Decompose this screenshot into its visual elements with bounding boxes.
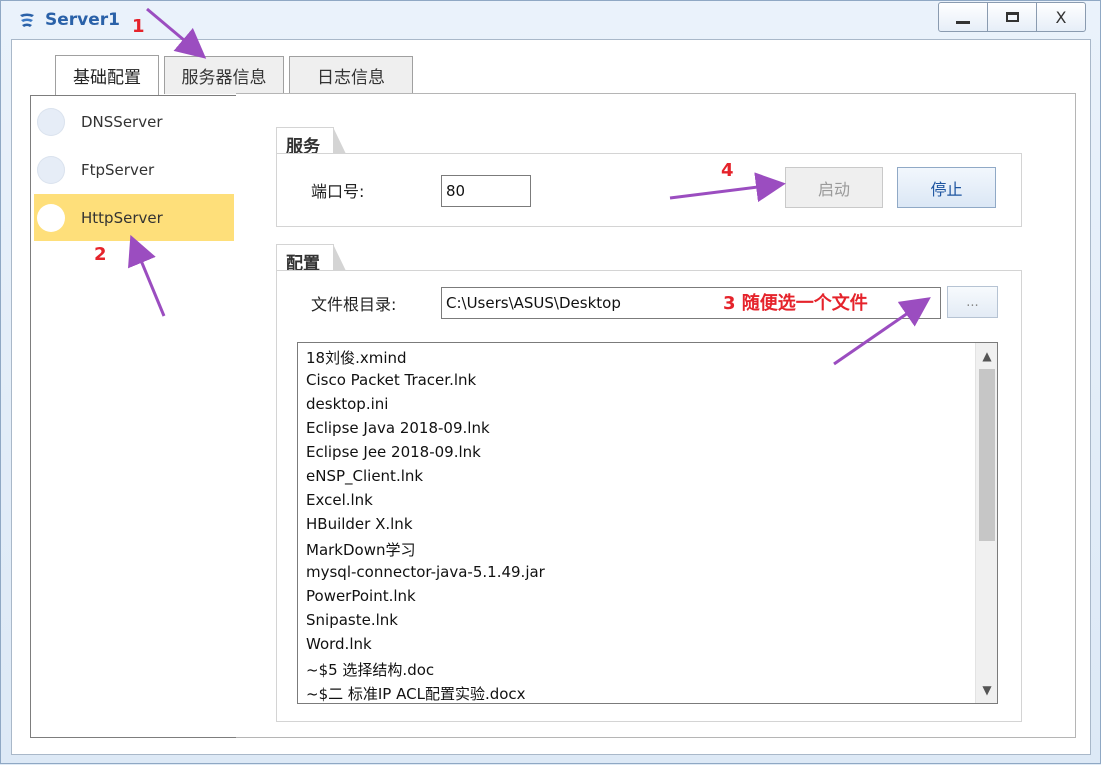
annotation-step-1: 1 <box>132 16 145 37</box>
file-list-item[interactable]: Excel.lnk <box>306 491 373 509</box>
status-dot-icon <box>37 107 65 136</box>
list-item-label: HttpServer <box>81 208 163 227</box>
file-list-item[interactable]: Eclipse Jee 2018-09.lnk <box>306 443 481 461</box>
close-button[interactable]: X <box>1036 2 1086 32</box>
root-dir-label: 文件根目录: <box>311 295 397 314</box>
config-group: 文件根目录: C:\Users\ASUS\Desktop ... 18刘俊.xm… <box>276 270 1022 722</box>
status-dot-icon <box>37 155 65 184</box>
annotation-step-2: 2 <box>94 244 107 265</box>
scroll-thumb[interactable] <box>979 369 995 541</box>
service-group-title: 服务 <box>276 127 346 157</box>
tab-basic-config[interactable]: 基础配置 <box>55 55 159 95</box>
service-group: 端口号: 80 启动 停止 <box>276 153 1022 227</box>
client-area: 基础配置 服务器信息 日志信息 DNSServer FtpServer Http… <box>11 39 1091 755</box>
config-group-title: 配置 <box>276 244 346 274</box>
file-list-item[interactable]: desktop.ini <box>306 395 388 413</box>
file-list-item[interactable]: ~$二 标准IP ACL配置实验.docx <box>306 683 526 703</box>
file-list-item[interactable]: Word.lnk <box>306 635 372 653</box>
browse-button[interactable]: ... <box>947 286 998 318</box>
scroll-down-icon[interactable]: ▼ <box>976 679 997 701</box>
minimize-icon <box>956 20 970 24</box>
file-list[interactable]: 18刘俊.xmind Cisco Packet Tracer.lnk desktop… <box>297 342 998 704</box>
annotation-step-3: 3 随便选一个文件 <box>723 293 868 314</box>
file-list-item[interactable]: mysql-connector-java-5.1.49.jar <box>306 563 545 581</box>
port-input[interactable]: 80 <box>441 175 531 207</box>
maximize-button[interactable] <box>987 2 1037 32</box>
http-server-panel: 服务 端口号: 80 启动 停止 配置 文件根目录: C:\Users\ASUS… <box>236 93 1076 738</box>
scroll-up-icon[interactable]: ▲ <box>976 345 997 367</box>
annotation-step-4: 4 <box>721 160 734 181</box>
file-list-scrollbar[interactable]: ▲ ▼ <box>975 343 997 703</box>
file-list-item[interactable]: 18刘俊.xmind <box>306 347 407 368</box>
app-icon <box>20 13 34 27</box>
file-list-item[interactable]: eNSP_Client.lnk <box>306 467 423 485</box>
minimize-button[interactable] <box>938 2 988 32</box>
stop-button[interactable]: 停止 <box>897 167 996 208</box>
start-button[interactable]: 启动 <box>785 167 883 208</box>
file-list-item[interactable]: Eclipse Java 2018-09.lnk <box>306 419 490 437</box>
tab-log-info[interactable]: 日志信息 <box>289 56 413 94</box>
status-dot-icon <box>37 203 65 232</box>
title-bar[interactable]: Server1 X <box>1 1 1100 39</box>
file-list-item[interactable]: MarkDown学习 <box>306 539 416 560</box>
list-item-label: DNSServer <box>81 112 163 131</box>
file-list-item[interactable]: Snipaste.lnk <box>306 611 398 629</box>
list-item-http-server[interactable]: HttpServer <box>34 194 234 241</box>
list-item-ftp-server[interactable]: FtpServer <box>34 146 234 193</box>
server-type-list: DNSServer FtpServer HttpServer <box>30 95 237 738</box>
server-window: Server1 X 基础配置 服务器信息 日志信息 DNSServer FtpS… <box>0 0 1101 764</box>
file-list-item[interactable]: PowerPoint.lnk <box>306 587 416 605</box>
file-list-item[interactable]: Cisco Packet Tracer.lnk <box>306 371 476 389</box>
port-label: 端口号: <box>311 182 365 201</box>
list-item-dns-server[interactable]: DNSServer <box>34 98 234 145</box>
file-list-item[interactable]: HBuilder X.lnk <box>306 515 413 533</box>
maximize-icon <box>1005 12 1019 22</box>
window-title: Server1 <box>45 10 120 30</box>
list-item-label: FtpServer <box>81 160 155 179</box>
file-list-item[interactable]: ~$5 选择结构.doc <box>306 659 434 680</box>
tab-server-info[interactable]: 服务器信息 <box>164 56 284 94</box>
